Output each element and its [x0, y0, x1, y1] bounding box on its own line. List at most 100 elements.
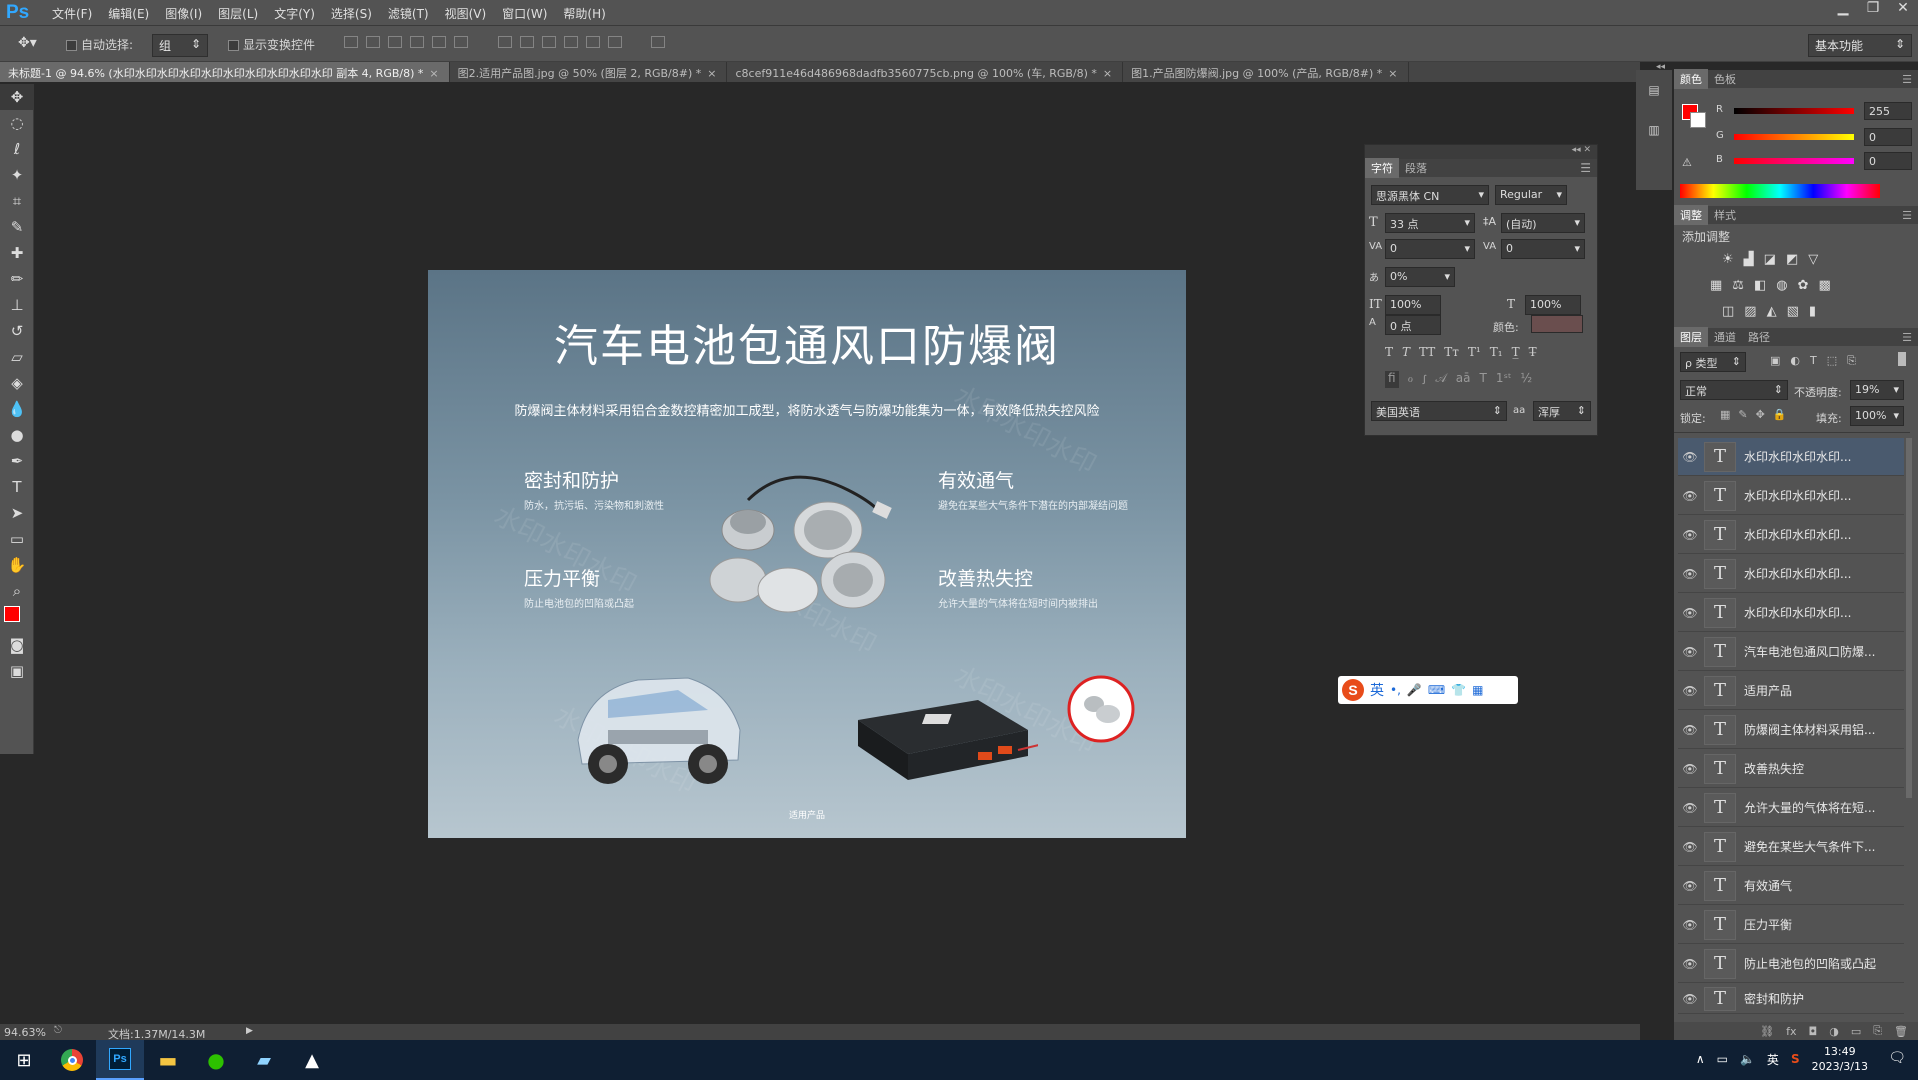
- menu-file[interactable]: 文件(F): [44, 5, 100, 22]
- threshold-icon[interactable]: ◭: [1767, 304, 1777, 319]
- path-selection-tool-icon[interactable]: ➤: [0, 500, 34, 526]
- photo-filter-icon[interactable]: ◍: [1776, 278, 1787, 293]
- superscript-icon[interactable]: T¹: [1468, 345, 1481, 359]
- layer-row[interactable]: 👁 T 汽车电池包通风口防爆...: [1678, 633, 1904, 671]
- background-color-swatch[interactable]: [1690, 112, 1706, 128]
- leading-field[interactable]: (自动) ▾: [1501, 213, 1585, 233]
- menu-select[interactable]: 选择(S): [323, 5, 380, 22]
- layer-row[interactable]: 👁 T 压力平衡: [1678, 906, 1904, 944]
- layer-row[interactable]: 👁 T 改善热失控: [1678, 750, 1904, 788]
- brush-tool-icon[interactable]: ✏: [0, 266, 34, 292]
- auto-select-dropdown[interactable]: 组 ⇕: [152, 34, 208, 57]
- menu-image[interactable]: 图像(I): [157, 5, 210, 22]
- ime-indicator[interactable]: 英: [1767, 1051, 1779, 1068]
- distribute-hcenter-icon[interactable]: [585, 36, 600, 48]
- sogou-logo-icon[interactable]: S: [1342, 679, 1364, 701]
- ornaments-icon[interactable]: T: [1479, 371, 1486, 388]
- gamut-warning-icon[interactable]: ⚠: [1682, 156, 1692, 169]
- layers-scrollbar[interactable]: [1906, 438, 1912, 798]
- black-white-icon[interactable]: ◧: [1754, 278, 1766, 293]
- color-swatches[interactable]: [0, 604, 34, 632]
- foreground-color-swatch[interactable]: [4, 606, 20, 622]
- layer-row[interactable]: 👁 T 允许大量的气体将在短...: [1678, 789, 1904, 827]
- microphone-icon[interactable]: 🎤: [1407, 683, 1422, 697]
- magic-wand-tool-icon[interactable]: ✦: [0, 162, 34, 188]
- tab-layers[interactable]: 图层: [1674, 327, 1708, 347]
- tab-character[interactable]: 字符: [1365, 158, 1399, 178]
- visibility-eye-icon[interactable]: 👁: [1678, 684, 1702, 698]
- layer-row[interactable]: 👁 T 水印水印水印水印...: [1678, 516, 1904, 554]
- layer-row[interactable]: 👁 T 避免在某些大气条件下...: [1678, 828, 1904, 866]
- layer-row[interactable]: 👁 T 水印水印水印水印...: [1678, 594, 1904, 632]
- gradient-map-icon[interactable]: ▮: [1809, 304, 1816, 319]
- font-style-select[interactable]: Regular ▾: [1495, 185, 1567, 205]
- horizontal-scale-field[interactable]: 100%: [1525, 295, 1581, 315]
- photos-icon[interactable]: ▲: [288, 1040, 336, 1080]
- filter-smart-icon[interactable]: ⎘: [1847, 354, 1856, 368]
- vertical-scale-field[interactable]: 100%: [1385, 295, 1441, 315]
- volume-icon[interactable]: 🔈: [1740, 1052, 1755, 1066]
- visibility-eye-icon[interactable]: 👁: [1678, 606, 1702, 620]
- discretionary-ligature-icon[interactable]: ℴ: [1408, 371, 1414, 388]
- minimize-icon[interactable]: ▁: [1828, 0, 1858, 20]
- show-transform-checkbox[interactable]: [228, 40, 239, 51]
- layer-row[interactable]: 👁 T 有效通气: [1678, 867, 1904, 905]
- menu-filter[interactable]: 滤镜(T): [380, 5, 437, 22]
- strikethrough-icon[interactable]: T̶: [1529, 345, 1537, 359]
- small-caps-icon[interactable]: Tт: [1444, 345, 1459, 359]
- tab-document-2[interactable]: 图2.适用产品图.jpg @ 50% (图层 2, RGB/8#) * ×: [450, 62, 728, 82]
- color-spectrum-bar[interactable]: [1680, 184, 1880, 198]
- clock[interactable]: 13:49 2023/3/13: [1812, 1044, 1868, 1074]
- visibility-eye-icon[interactable]: 👁: [1678, 645, 1702, 659]
- anti-alias-select[interactable]: 浑厚 ⇕: [1533, 401, 1591, 421]
- dodge-tool-icon[interactable]: ●: [0, 422, 34, 448]
- visibility-eye-icon[interactable]: 👁: [1678, 723, 1702, 737]
- font-family-select[interactable]: 思源黑体 CN ▾: [1371, 185, 1489, 205]
- network-icon[interactable]: ▭: [1717, 1052, 1728, 1066]
- visibility-eye-icon[interactable]: 👁: [1678, 992, 1702, 1006]
- distribute-vcenter-icon[interactable]: [519, 36, 534, 48]
- levels-icon[interactable]: ▟: [1744, 252, 1754, 267]
- panel-menu-icon[interactable]: ☰: [1902, 331, 1918, 344]
- menu-window[interactable]: 窗口(W): [494, 5, 555, 22]
- exposure-icon[interactable]: ◩: [1786, 252, 1798, 267]
- wechat-icon[interactable]: ●: [192, 1040, 240, 1080]
- visibility-eye-icon[interactable]: 👁: [1678, 762, 1702, 776]
- layer-row[interactable]: 👁 T 防止电池包的凹陷或凸起: [1678, 945, 1904, 983]
- visibility-eye-icon[interactable]: 👁: [1678, 879, 1702, 893]
- hue-saturation-icon[interactable]: ▦: [1710, 278, 1722, 293]
- eyedropper-tool-icon[interactable]: ✎: [0, 214, 34, 240]
- fill-field[interactable]: 100% ▾: [1850, 406, 1904, 426]
- align-bottom-icon[interactable]: [388, 36, 402, 48]
- close-tab-icon[interactable]: ×: [429, 67, 438, 80]
- tab-adjustments[interactable]: 调整: [1674, 205, 1708, 225]
- posterize-icon[interactable]: ▨: [1744, 304, 1756, 319]
- tab-paragraph[interactable]: 段落: [1399, 158, 1433, 178]
- distribute-left-icon[interactable]: [563, 36, 578, 48]
- faux-italic-icon[interactable]: 𝑇: [1402, 345, 1410, 359]
- layer-row[interactable]: 👁 T 水印水印水印水印...: [1678, 477, 1904, 515]
- share-icon[interactable]: ⎋: [54, 1025, 62, 1036]
- distribute-right-icon[interactable]: [607, 36, 622, 48]
- r-field[interactable]: 255: [1864, 102, 1912, 120]
- visibility-eye-icon[interactable]: 👁: [1678, 840, 1702, 854]
- menu-help[interactable]: 帮助(H): [555, 5, 613, 22]
- ordinals-icon[interactable]: 1ˢᵗ: [1496, 371, 1512, 388]
- lock-pixels-icon[interactable]: ✎: [1738, 408, 1747, 421]
- restore-icon[interactable]: ❐: [1858, 0, 1888, 20]
- photoshop-taskbar-icon[interactable]: Ps: [96, 1040, 144, 1080]
- swash-icon[interactable]: ꭍ: [1422, 371, 1426, 388]
- new-layer-icon[interactable]: ⎘: [1873, 1024, 1882, 1038]
- tsume-field[interactable]: 0% ▾: [1385, 267, 1455, 287]
- marquee-tool-icon[interactable]: ◌: [0, 110, 34, 136]
- layer-row[interactable]: 👁 T 防爆阀主体材料采用铝...: [1678, 711, 1904, 749]
- close-tab-icon[interactable]: ×: [707, 67, 716, 80]
- underline-icon[interactable]: T̲: [1512, 345, 1520, 359]
- link-layers-icon[interactable]: ⛓: [1760, 1025, 1774, 1038]
- windows-start-icon[interactable]: ⊞: [0, 1040, 48, 1080]
- opacity-field[interactable]: 19% ▾: [1850, 380, 1904, 400]
- tab-styles[interactable]: 样式: [1708, 205, 1742, 225]
- close-icon[interactable]: ✕: [1888, 0, 1918, 20]
- blur-tool-icon[interactable]: 💧: [0, 396, 34, 422]
- curves-icon[interactable]: ◪: [1764, 252, 1776, 267]
